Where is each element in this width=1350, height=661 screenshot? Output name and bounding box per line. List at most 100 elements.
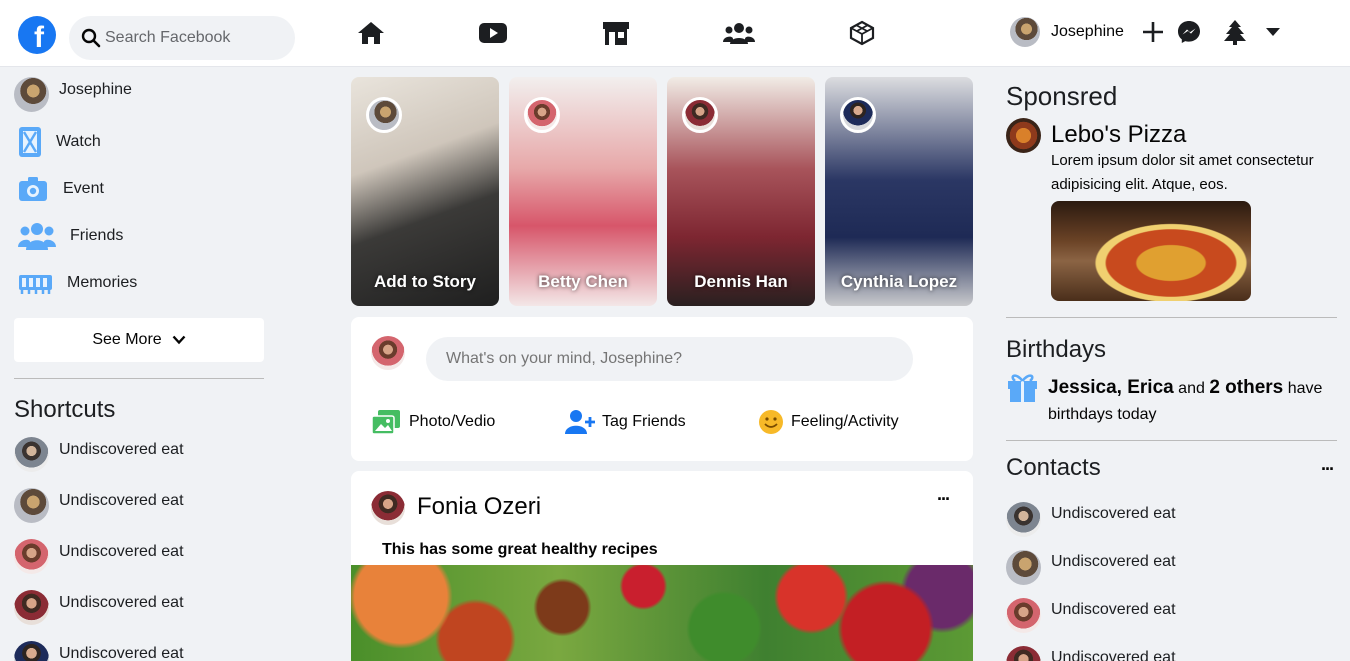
search-input[interactable] <box>105 29 285 47</box>
top-navbar: f Josephine <box>0 0 1350 67</box>
tag-friends-button[interactable]: Tag Friends <box>565 409 686 435</box>
avatar <box>14 641 49 661</box>
user-name[interactable]: Josephine <box>1051 23 1124 41</box>
avatar <box>14 488 49 523</box>
composer-input[interactable] <box>426 337 913 381</box>
plus-icon[interactable] <box>1142 21 1164 43</box>
birthdays-title: Birthdays <box>1006 336 1107 363</box>
contacts-more-button[interactable]: ··· <box>1321 459 1335 480</box>
divider <box>1006 317 1337 318</box>
feeling-activity-button[interactable]: Feeling/Activity <box>758 409 899 435</box>
sponsor-avatar[interactable] <box>1006 118 1041 153</box>
shortcut-label: Undiscovered eat <box>59 644 184 661</box>
story-card[interactable]: Add to Story <box>351 77 499 306</box>
avatar <box>14 76 49 112</box>
contact-item[interactable]: Undiscovered eat <box>1006 639 1337 661</box>
left-sidebar: Josephine Watch Event Friends Memories S… <box>14 67 264 661</box>
story-name: Betty Chen <box>538 272 628 291</box>
contact-label: Undiscovered eat <box>1051 649 1176 661</box>
tree-icon[interactable] <box>1223 19 1247 45</box>
contact-label: Undiscovered eat <box>1051 505 1176 522</box>
marketplace-icon <box>603 22 629 45</box>
shortcuts-title: Shortcuts <box>14 396 116 423</box>
nav-groups[interactable] <box>722 16 756 50</box>
sidebar-item-memories[interactable]: Memories <box>14 259 264 307</box>
shortcut-label: Undiscovered eat <box>59 542 184 560</box>
sponsor-text: Lorem ipsum dolor sit amet consectetur a… <box>1051 152 1314 193</box>
sidebar-item-watch[interactable]: Watch <box>14 119 264 165</box>
shortcut-item[interactable]: Undiscovered eat <box>14 531 264 582</box>
story-avatar <box>366 97 402 133</box>
contact-item[interactable]: Undiscovered eat <box>1006 495 1337 543</box>
birthday-and: and <box>1178 380 1205 397</box>
post-card: Fonia Ozeri ··· This has some great heal… <box>351 471 973 661</box>
photo-video-button[interactable]: Photo/Vedio <box>371 409 495 435</box>
facebook-logo[interactable]: f <box>18 16 56 54</box>
divider <box>14 378 264 379</box>
sponsored-title: Sponsred <box>1006 81 1118 111</box>
shortcut-item[interactable]: Undiscovered eat <box>14 480 264 531</box>
story-card[interactable]: Dennis Han <box>667 77 815 306</box>
contact-item[interactable]: Undiscovered eat <box>1006 543 1337 591</box>
birthdays-text[interactable]: Jessica, Erica and 2 others have birthda… <box>1048 375 1338 428</box>
story-card[interactable]: Betty Chen <box>509 77 657 306</box>
story-name: Dennis Han <box>694 272 788 291</box>
story-avatar <box>840 97 876 133</box>
sponsor-name[interactable]: Lebo's Pizza <box>1051 121 1186 149</box>
account-area: Josephine <box>1010 17 1281 47</box>
post-more-button[interactable]: ··· <box>937 489 951 510</box>
see-more-button[interactable]: See More <box>14 318 264 362</box>
tag-friends-label: Tag Friends <box>602 413 686 430</box>
user-avatar[interactable] <box>1010 17 1040 47</box>
avatar <box>1006 549 1041 585</box>
friends-icon <box>18 223 56 250</box>
tag-friends-icon <box>565 410 595 434</box>
birthday-rest: birthdays today <box>1048 406 1157 423</box>
shortcut-item[interactable]: Undiscovered eat <box>14 582 264 633</box>
sidebar-item-profile[interactable]: Josephine <box>14 67 264 119</box>
feeling-activity-label: Feeling/Activity <box>791 413 899 430</box>
nav-gaming[interactable] <box>845 16 879 50</box>
nav-home[interactable] <box>354 16 388 50</box>
birthday-others: 2 others <box>1209 377 1284 398</box>
shortcut-label: Undiscovered eat <box>59 491 184 509</box>
post-author-name[interactable]: Fonia Ozeri <box>417 493 541 521</box>
camera-icon <box>19 177 47 201</box>
search-bar[interactable] <box>69 16 295 60</box>
sponsor-image[interactable] <box>1051 201 1251 301</box>
avatar <box>14 437 49 472</box>
sidebar-item-friends[interactable]: Friends <box>14 213 264 259</box>
avatar <box>1006 597 1041 633</box>
story-name: Cynthia Lopez <box>840 272 958 291</box>
post-author-avatar[interactable] <box>371 491 405 525</box>
birthday-have: have <box>1287 380 1323 397</box>
home-icon <box>358 22 384 44</box>
story-avatar <box>524 97 560 133</box>
shortcut-label: Undiscovered eat <box>59 593 184 611</box>
story-card[interactable]: Cynthia Lopez <box>825 77 973 306</box>
sidebar-item-event[interactable]: Event <box>14 165 264 213</box>
chevron-down-icon <box>172 335 186 345</box>
avatar <box>14 590 49 625</box>
sidebar-item-label: Watch <box>56 133 101 150</box>
see-more-label: See More <box>92 331 162 348</box>
sidebar-item-label: Memories <box>67 274 138 291</box>
chevron-down-icon[interactable] <box>1265 27 1281 37</box>
watch-icon <box>19 127 41 157</box>
feeling-icon <box>759 410 783 434</box>
contact-item[interactable]: Undiscovered eat <box>1006 591 1337 639</box>
nav-watch[interactable] <box>476 16 510 50</box>
sidebar-item-label: Event <box>63 180 104 197</box>
gift-icon <box>1008 374 1037 402</box>
nav-marketplace[interactable] <box>599 16 633 50</box>
birthday-names: Jessica, Erica <box>1048 377 1174 398</box>
sidebar-item-label: Friends <box>70 227 124 244</box>
groups-icon <box>723 23 755 44</box>
contact-label: Undiscovered eat <box>1051 553 1176 570</box>
video-icon <box>479 23 507 43</box>
avatar <box>14 539 49 574</box>
messenger-icon[interactable] <box>1177 20 1201 44</box>
post-image[interactable] <box>351 565 973 661</box>
shortcut-item[interactable]: Undiscovered eat <box>14 633 264 661</box>
shortcut-item[interactable]: Undiscovered eat <box>14 429 264 480</box>
